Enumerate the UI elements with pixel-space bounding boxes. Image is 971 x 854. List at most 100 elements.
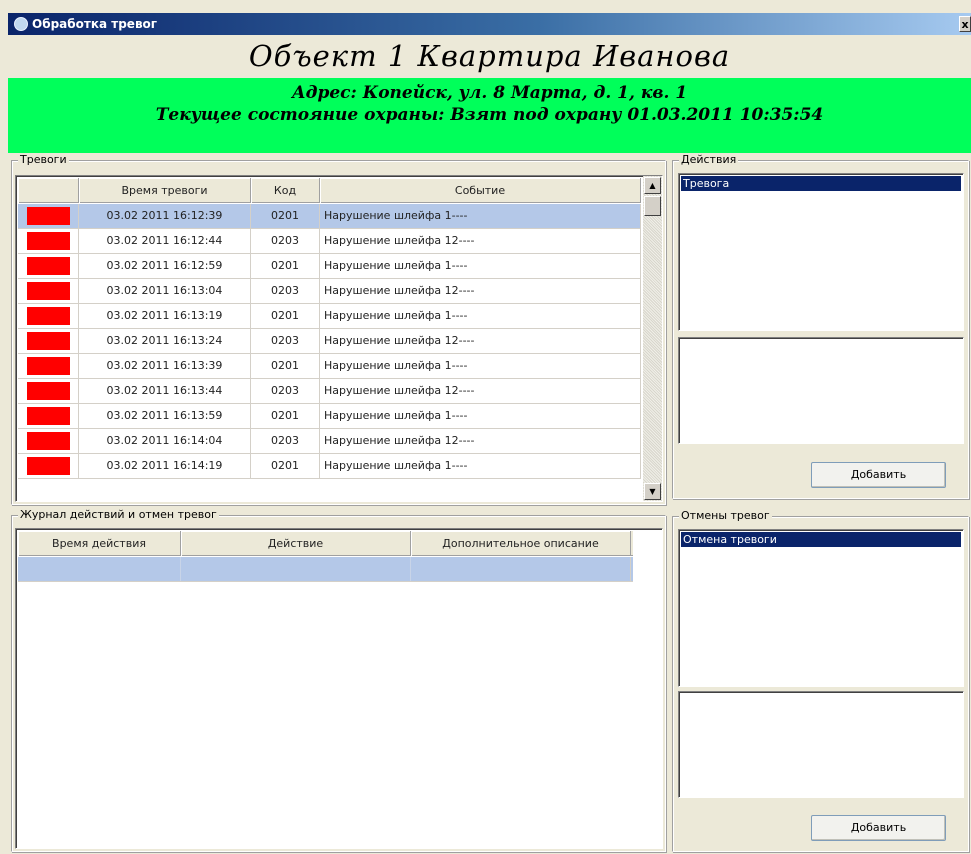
alarm-time: 03.02 2011 16:13:44 <box>79 379 251 403</box>
close-icon[interactable]: x <box>959 16 971 32</box>
table-cell <box>18 379 79 403</box>
table-row[interactable]: 03.02 2011 16:13:44 0203 Нарушение шлейфа … <box>18 379 641 404</box>
cancels-group: Отмены тревог Отмена тревоги Добавить <box>672 509 969 852</box>
actions-group: Действия Тревога Добавить <box>672 153 969 499</box>
table-cell <box>18 429 79 453</box>
cancel-description-field[interactable] <box>678 691 964 798</box>
alarm-color-swatch <box>27 207 70 225</box>
scroll-down-icon[interactable]: ▼ <box>644 483 661 500</box>
alarms-group: Тревоги Время тревоги Код Событие 03.02 … <box>11 153 666 505</box>
add-cancel-button[interactable]: Добавить <box>811 815 946 841</box>
table-cell <box>411 557 631 581</box>
column-header-action-time[interactable]: Время действия <box>18 531 181 556</box>
alarm-code: 0203 <box>251 379 320 403</box>
journal-table[interactable]: Время действия Действие Дополнительное о… <box>15 528 663 849</box>
alarm-color-swatch <box>27 432 70 450</box>
column-header-description[interactable]: Дополнительное описание <box>411 531 631 556</box>
alarm-color-swatch <box>27 357 70 375</box>
actions-group-label: Действия <box>679 153 739 167</box>
table-row[interactable]: 03.02 2011 16:13:19 0201 Нарушение шлейфа … <box>18 304 641 329</box>
alarm-time: 03.02 2011 16:14:19 <box>79 454 251 478</box>
table-cell <box>18 229 79 253</box>
alarm-code: 0203 <box>251 329 320 353</box>
table-row[interactable]: 03.02 2011 16:13:04 0203 Нарушение шлейфа … <box>18 279 641 304</box>
table-row[interactable]: 03.02 2011 16:14:19 0201 Нарушение шлейфа … <box>18 454 641 479</box>
alarm-event: Нарушение шлейфа 12---- <box>320 279 641 303</box>
journal-table-body <box>18 557 633 582</box>
alarm-event: Нарушение шлейфа 1---- <box>320 304 641 328</box>
cancels-list[interactable]: Отмена тревоги <box>678 529 964 687</box>
table-cell <box>181 557 411 581</box>
table-row[interactable]: 03.02 2011 16:12:44 0203 Нарушение шлейфа … <box>18 229 641 254</box>
alarm-color-swatch <box>27 382 70 400</box>
object-address: Адрес: Копейск, ул. 8 Марта, д. 1, кв. 1 <box>291 83 688 103</box>
alarm-time: 03.02 2011 16:12:44 <box>79 229 251 253</box>
add-action-button[interactable]: Добавить <box>811 462 946 488</box>
column-header-event[interactable]: Событие <box>320 178 641 203</box>
table-row[interactable]: 03.02 2011 16:13:59 0201 Нарушение шлейфа … <box>18 404 641 429</box>
alarm-code: 0201 <box>251 304 320 328</box>
alarms-table-body: 03.02 2011 16:12:39 0201 Нарушение шлейфа … <box>18 204 641 479</box>
table-row[interactable] <box>18 557 633 582</box>
window-title: Обработка тревог <box>32 17 158 31</box>
list-item-action[interactable]: Тревога <box>681 176 961 191</box>
table-cell <box>18 254 79 278</box>
alarm-code: 0201 <box>251 454 320 478</box>
window-titlebar[interactable]: Обработка тревог x <box>8 13 971 35</box>
alarm-code: 0203 <box>251 279 320 303</box>
alarm-time: 03.02 2011 16:13:59 <box>79 404 251 428</box>
journal-group: Журнал действий и отмен тревог Время дей… <box>11 508 666 852</box>
journal-group-label: Журнал действий и отмен тревог <box>18 508 219 522</box>
table-row[interactable]: 03.02 2011 16:14:04 0203 Нарушение шлейфа … <box>18 429 641 454</box>
alarm-event: Нарушение шлейфа 1---- <box>320 204 641 228</box>
alarm-event: Нарушение шлейфа 1---- <box>320 354 641 378</box>
table-cell <box>18 204 79 228</box>
alarm-time: 03.02 2011 16:13:19 <box>79 304 251 328</box>
alarm-code: 0201 <box>251 354 320 378</box>
alarm-event: Нарушение шлейфа 12---- <box>320 429 641 453</box>
table-cell <box>18 304 79 328</box>
alarm-event: Нарушение шлейфа 12---- <box>320 329 641 353</box>
table-row[interactable]: 03.02 2011 16:13:39 0201 Нарушение шлейфа … <box>18 354 641 379</box>
alarms-scrollbar[interactable]: ▲ ▼ <box>643 176 662 501</box>
alarm-color-swatch <box>27 257 70 275</box>
table-cell <box>18 354 79 378</box>
alarm-event: Нарушение шлейфа 12---- <box>320 379 641 403</box>
column-header-color[interactable] <box>18 178 79 203</box>
table-row[interactable]: 03.02 2011 16:13:24 0203 Нарушение шлейфа … <box>18 329 641 354</box>
object-title: Объект 1 Квартира Иванова <box>8 35 971 78</box>
alarm-color-swatch <box>27 232 70 250</box>
alarm-code: 0201 <box>251 254 320 278</box>
alarm-color-swatch <box>27 457 70 475</box>
alarms-group-label: Тревоги <box>18 153 69 167</box>
guard-status: Текущее состояние охраны: Взят под охран… <box>155 105 824 125</box>
journal-table-header: Время действия Действие Дополнительное о… <box>18 531 633 556</box>
scroll-thumb[interactable] <box>644 196 661 216</box>
column-header-action[interactable]: Действие <box>181 531 411 556</box>
action-description-field[interactable] <box>678 337 964 444</box>
table-row[interactable]: 03.02 2011 16:12:59 0201 Нарушение шлейфа … <box>18 254 641 279</box>
alarms-table-header: Время тревоги Код Событие <box>18 178 641 203</box>
alarm-time: 03.02 2011 16:13:39 <box>79 354 251 378</box>
alarm-code: 0201 <box>251 204 320 228</box>
alarm-code: 0203 <box>251 429 320 453</box>
scroll-up-icon[interactable]: ▲ <box>644 177 661 194</box>
table-cell <box>18 404 79 428</box>
column-header-time[interactable]: Время тревоги <box>79 178 251 203</box>
alarm-code: 0203 <box>251 229 320 253</box>
table-row[interactable]: 03.02 2011 16:12:39 0201 Нарушение шлейфа … <box>18 204 641 229</box>
actions-list[interactable]: Тревога <box>678 173 964 331</box>
table-cell <box>18 557 181 581</box>
alarm-event: Нарушение шлейфа 12---- <box>320 229 641 253</box>
alarms-table[interactable]: Время тревоги Код Событие 03.02 2011 16:… <box>15 175 663 502</box>
alarm-event: Нарушение шлейфа 1---- <box>320 254 641 278</box>
alarm-color-swatch <box>27 282 70 300</box>
column-header-code[interactable]: Код <box>251 178 320 203</box>
list-item-cancel[interactable]: Отмена тревоги <box>681 532 961 547</box>
alarm-color-swatch <box>27 407 70 425</box>
status-banner: Адрес: Копейск, ул. 8 Марта, д. 1, кв. 1… <box>8 78 971 153</box>
table-cell <box>18 329 79 353</box>
alarm-event: Нарушение шлейфа 1---- <box>320 454 641 478</box>
cancels-group-label: Отмены тревог <box>679 509 772 523</box>
app-icon <box>14 17 28 31</box>
